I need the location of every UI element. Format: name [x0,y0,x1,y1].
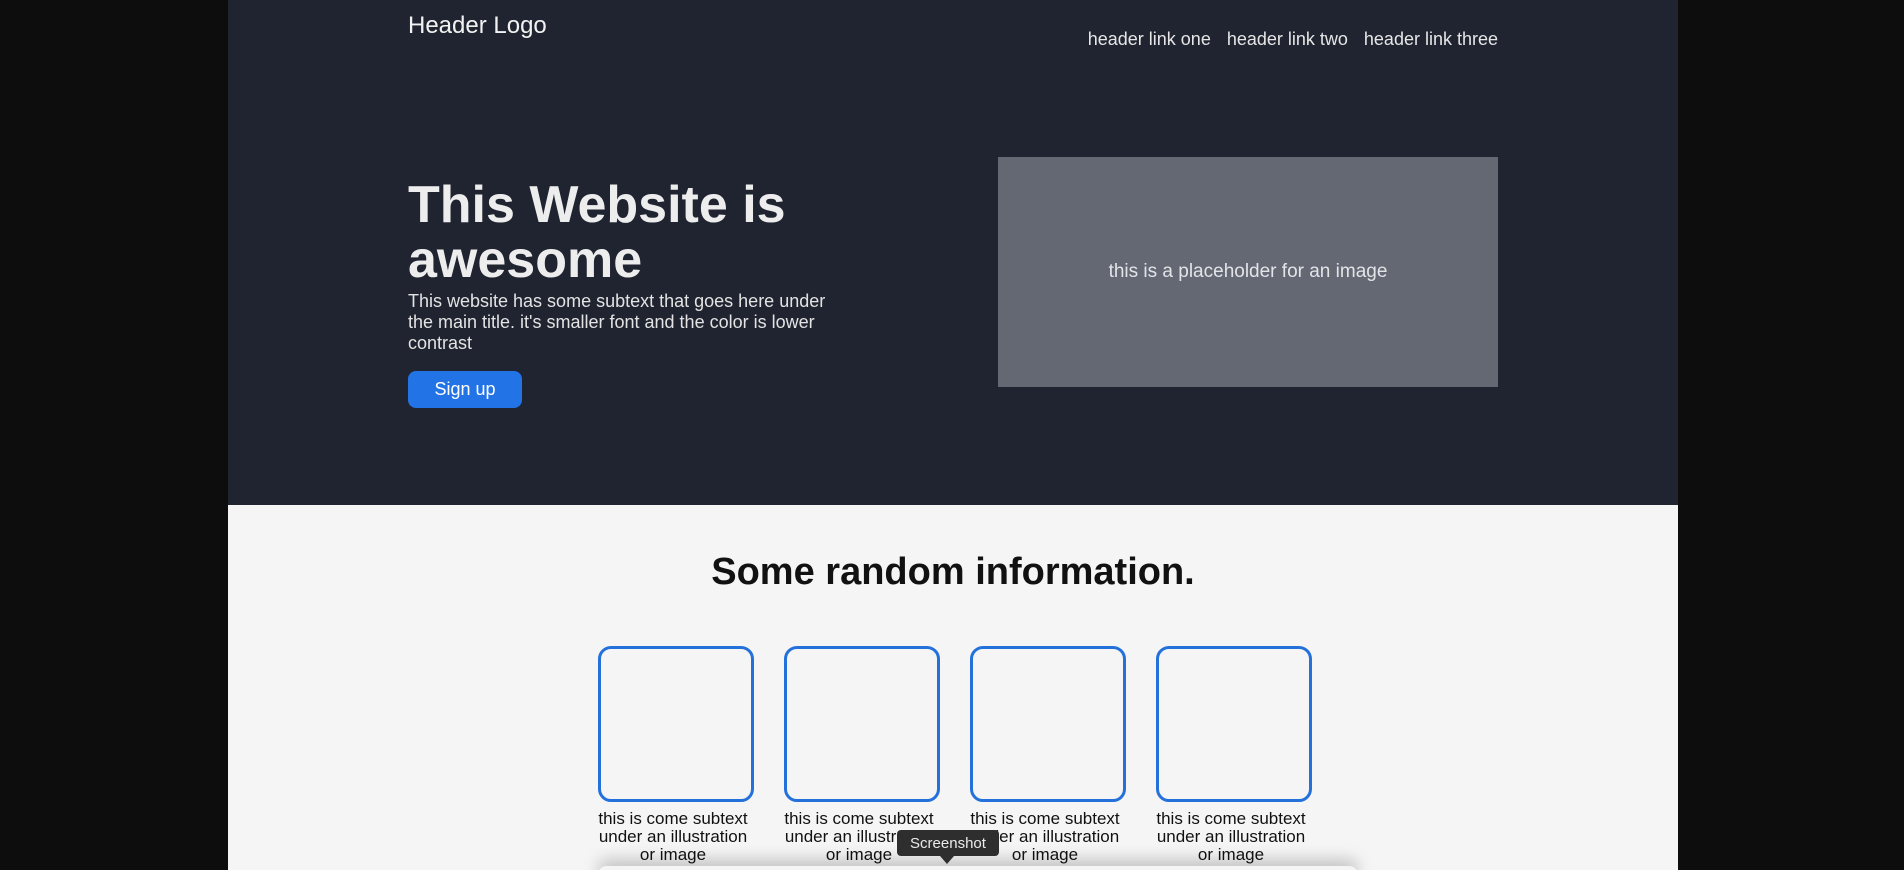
hero-section: Header Logo header link one header link … [228,0,1678,505]
card-illustration [598,646,754,802]
hero-subtext: This website has some subtext that goes … [408,291,826,353]
page-frame: Header Logo header link one header link … [228,0,1678,870]
info-card: this is come subtext under an illustrati… [1156,646,1312,864]
header-logo[interactable]: Header Logo [408,12,547,40]
tooltip-arrow-icon [940,856,954,864]
info-card: this is come subtext under an illustrati… [598,646,754,864]
image-placeholder-label: this is a placeholder for an image [1108,261,1388,282]
header-link-three[interactable]: header link three [1364,29,1498,50]
header-link-two[interactable]: header link two [1227,29,1348,50]
signup-button[interactable]: Sign up [408,371,522,408]
hero-image-placeholder: this is a placeholder for an image [998,157,1498,387]
card-subtext: this is come subtext under an illustrati… [598,809,748,864]
bottom-toolbar-edge [598,866,1358,870]
card-illustration [970,646,1126,802]
screenshot-tooltip: Screenshot [897,830,999,856]
header-nav: header link one header link two header l… [1088,29,1498,50]
info-heading: Some random information. [711,551,1195,593]
card-illustration [1156,646,1312,802]
hero-title: This Website is awesome [408,176,786,289]
info-section: Some random information. this is come su… [228,505,1678,870]
card-subtext: this is come subtext under an illustrati… [1156,809,1306,864]
header-link-one[interactable]: header link one [1088,29,1211,50]
card-illustration [784,646,940,802]
